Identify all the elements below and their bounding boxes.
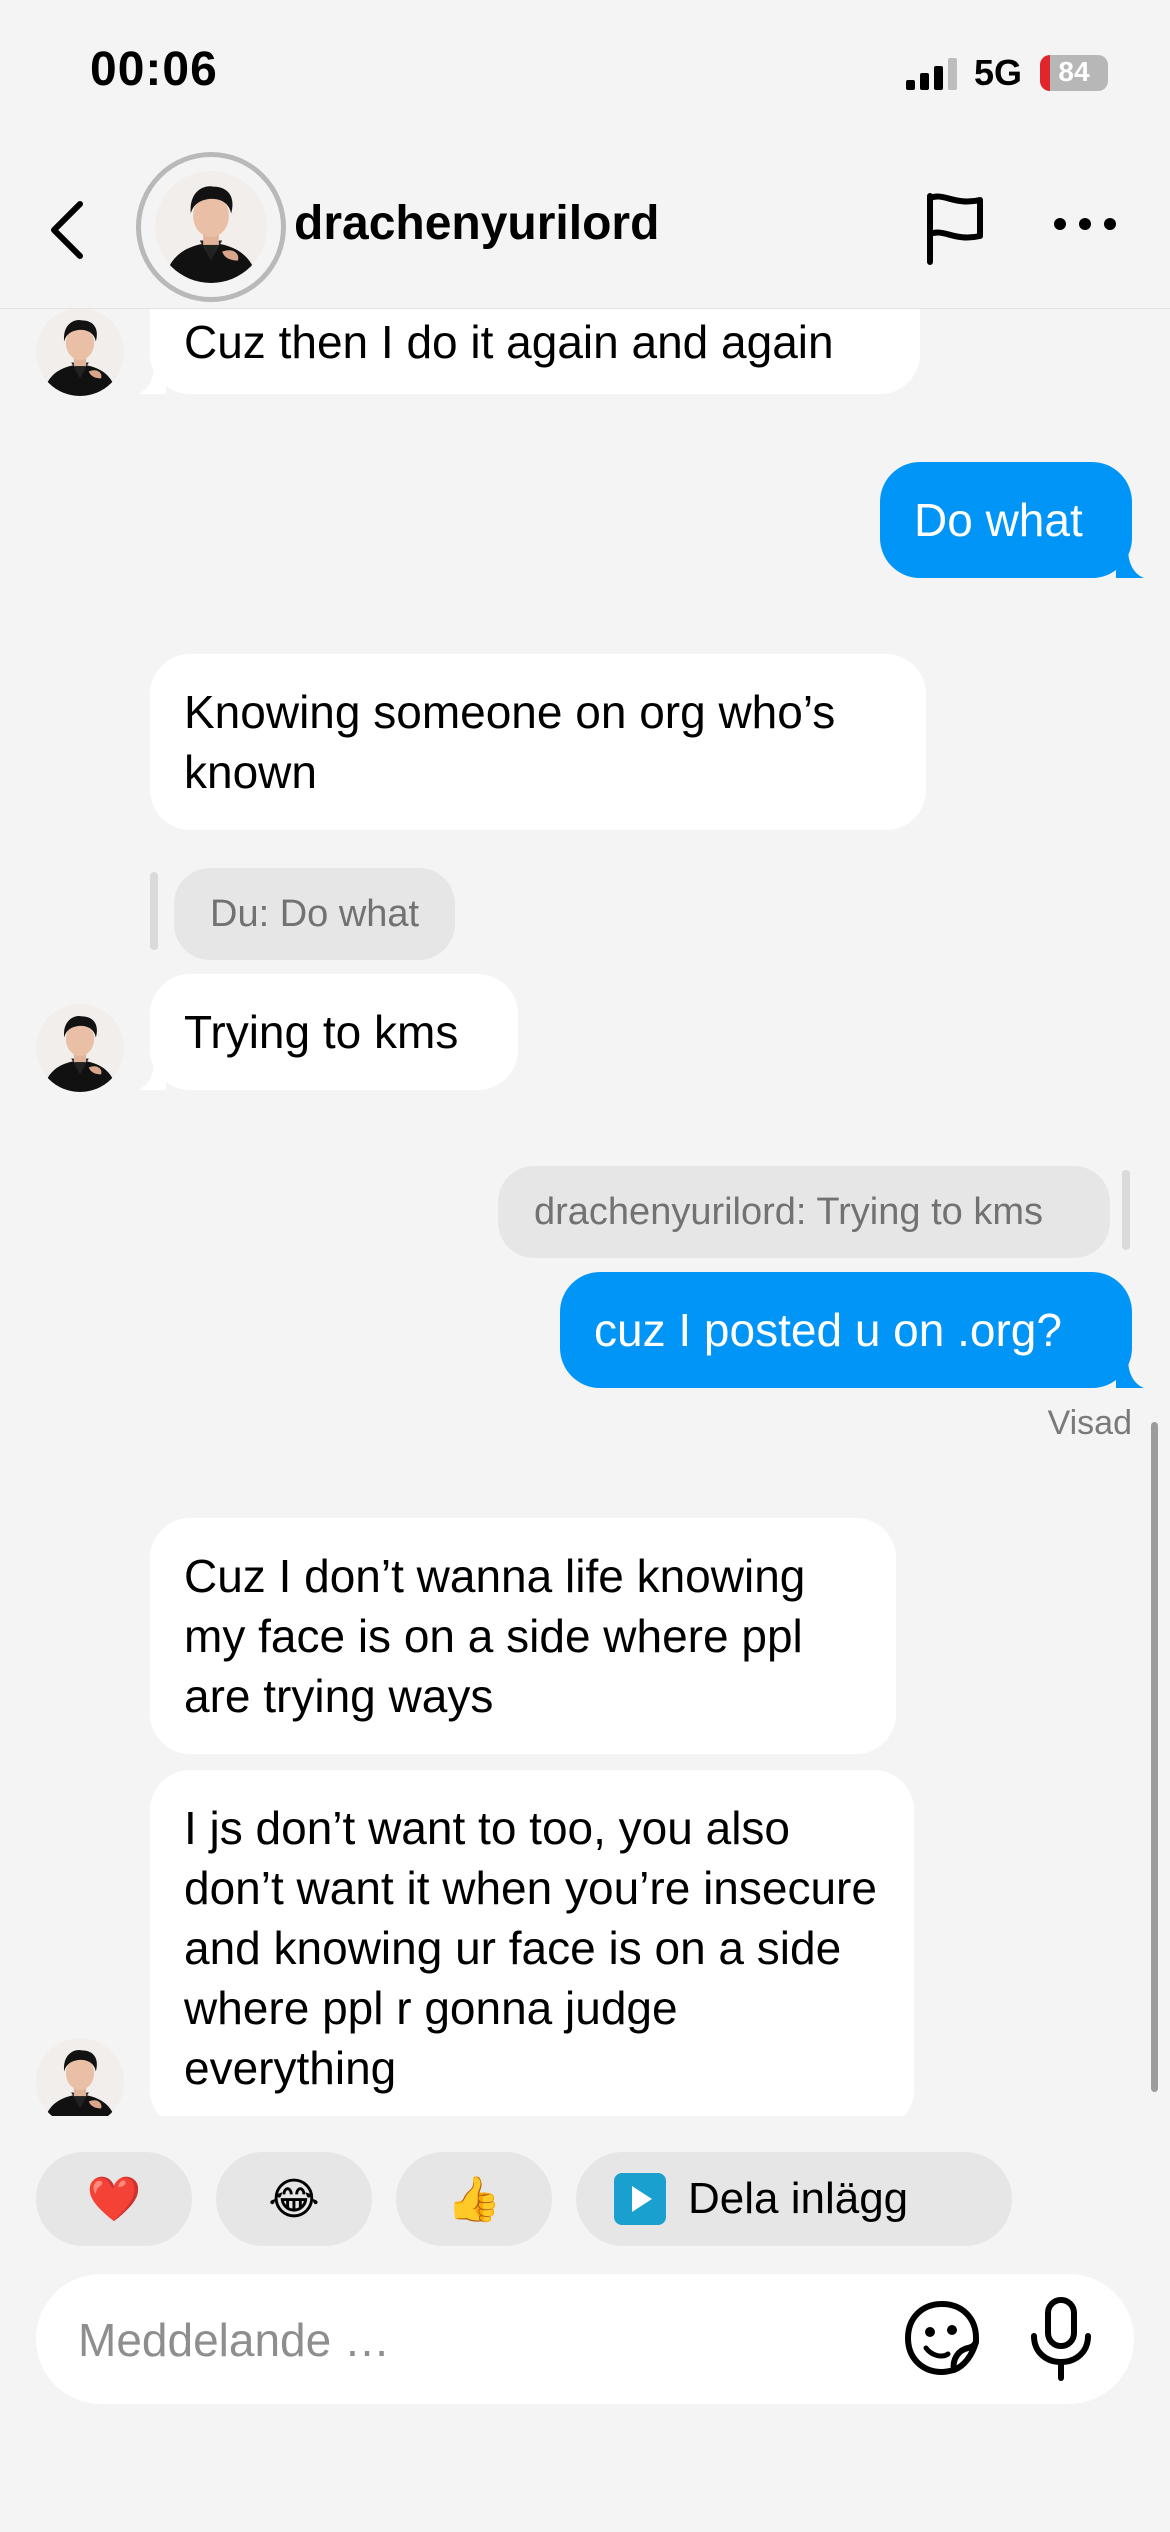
seen-status: Visad (1047, 1404, 1132, 1442)
battery-indicator: 84 (1040, 55, 1108, 91)
battery-level: 84 (1058, 56, 1090, 87)
quick-react-thumbs-up[interactable]: 👍 (396, 2152, 552, 2246)
quick-react-heart[interactable]: ❤️ (36, 2152, 192, 2246)
message-composer (36, 2274, 1134, 2404)
more-options-icon[interactable] (1050, 204, 1120, 244)
message-text: Cuz I don’t wanna life knowing my face i… (184, 1550, 806, 1722)
status-time: 00:06 (90, 43, 218, 96)
outgoing-message[interactable]: cuz I posted u on .org? (560, 1272, 1132, 1388)
cellular-signal-icon (906, 58, 957, 90)
reply-preview[interactable]: Du: Do what (174, 868, 456, 960)
incoming-message[interactable]: Cuz then I do it again and again (150, 308, 920, 394)
incoming-message[interactable]: I js don’t want to too, you also don’t w… (150, 1770, 914, 2116)
sender-avatar[interactable] (36, 308, 124, 396)
sender-avatar[interactable] (36, 1004, 124, 1092)
message-text: Trying to kms (184, 1006, 459, 1058)
microphone-icon[interactable] (1026, 2296, 1096, 2382)
profile-avatar[interactable] (136, 152, 286, 302)
play-icon (614, 2173, 666, 2225)
share-post-label: Dela inlägg (688, 2174, 909, 2223)
flag-icon[interactable] (920, 190, 990, 266)
incoming-message[interactable]: Knowing someone on org who’s known (150, 654, 926, 830)
heart-emoji: ❤️ (86, 2175, 142, 2224)
message-input[interactable] (76, 2306, 880, 2374)
back-icon[interactable] (40, 194, 96, 266)
sticker-icon[interactable] (902, 2298, 982, 2378)
message-text: cuz I posted u on .org? (594, 1304, 1062, 1356)
message-text: Cuz then I do it again and again (184, 316, 834, 368)
chat-username[interactable]: drachenyurilord (294, 196, 659, 251)
outgoing-message[interactable]: Do what (880, 462, 1132, 578)
network-type: 5G (974, 52, 1023, 93)
message-text: Do what (914, 494, 1083, 546)
incoming-message[interactable]: Trying to kms (150, 974, 518, 1090)
share-post-button[interactable]: Dela inlägg (576, 2152, 1012, 2246)
sender-avatar[interactable] (36, 2038, 124, 2116)
message-text: I js don’t want to too, you also don’t w… (184, 1802, 877, 2094)
laughing-emoji: 😂 (268, 2174, 320, 2224)
thumbs-up-emoji: 👍 (446, 2175, 502, 2224)
reply-preview[interactable]: drachenyurilord: Trying to kms (498, 1166, 1110, 1258)
message-text: Knowing someone on org who’s known (184, 686, 836, 798)
chat-header: drachenyurilord (0, 150, 1170, 309)
scrollbar[interactable] (1151, 1422, 1158, 2092)
quick-react-laugh[interactable]: 😂 (216, 2152, 372, 2246)
message-thread[interactable]: Cuz then I do it again and again Do what… (0, 308, 1170, 2116)
incoming-message[interactable]: Cuz I don’t wanna life knowing my face i… (150, 1518, 896, 1754)
